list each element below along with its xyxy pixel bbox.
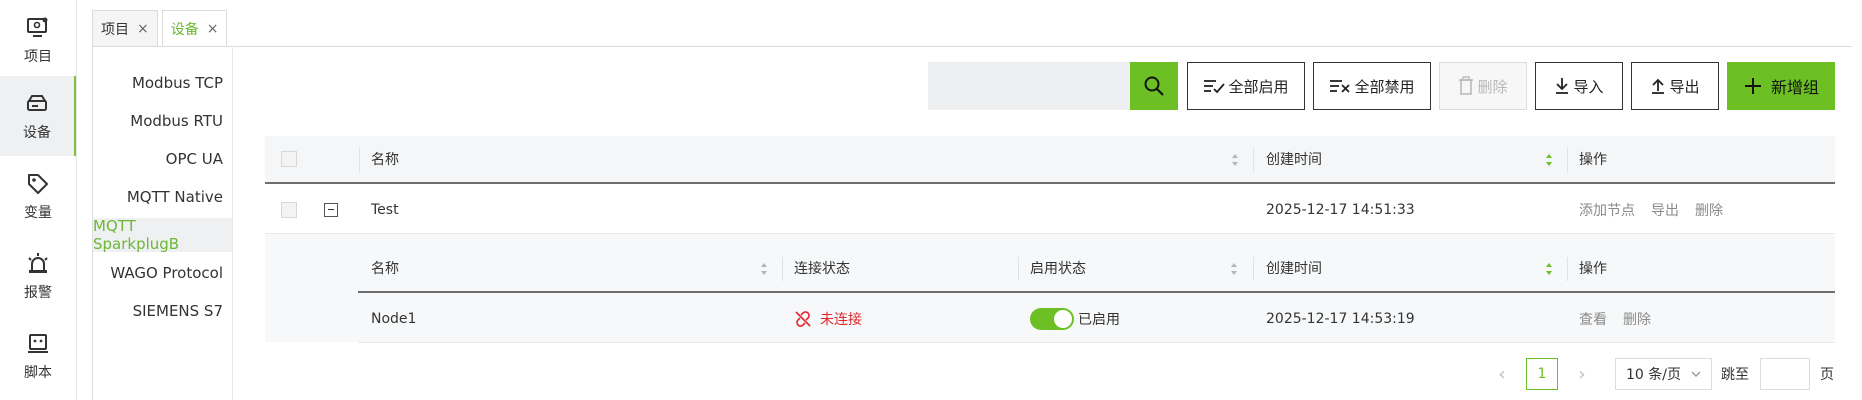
protocol-item[interactable]: SIEMENS S7 <box>93 294 232 328</box>
page-size-value: 10 条/页 <box>1626 367 1681 383</box>
monitor-settings-icon <box>27 17 48 37</box>
search-icon <box>1144 76 1164 96</box>
router-icon <box>27 94 47 111</box>
import-label: 导入 <box>1573 77 1604 96</box>
select-all-checkbox[interactable] <box>281 136 297 182</box>
nav-label-variable: 变量 <box>24 204 52 221</box>
disable-all-label: 全部禁用 <box>1354 77 1415 96</box>
export-button[interactable]: 导出 <box>1631 62 1719 110</box>
table-row: Test 2025-12-17 14:51:33 添加节点 导出 删除 <box>265 186 1835 234</box>
nav-label-device: 设备 <box>23 124 51 141</box>
enabled-status: 已启用 <box>1030 295 1120 342</box>
nav-item-device[interactable]: 设备 <box>0 76 76 156</box>
alarm-light-icon <box>28 252 48 273</box>
group-actions: 添加节点 导出 删除 <box>1579 186 1739 233</box>
tab-device[interactable]: 设备 × <box>161 10 228 47</box>
prev-page-button[interactable]: ‹ <box>1490 358 1514 390</box>
disable-all-button[interactable]: 全部禁用 <box>1313 62 1431 110</box>
node-header-enabled[interactable]: 启用状态 <box>1030 245 1086 291</box>
page-size-select[interactable]: 10 条/页 <box>1615 358 1712 390</box>
plus-icon <box>1744 78 1761 94</box>
next-page-button[interactable]: › <box>1570 358 1594 390</box>
add-group-label: 新增组 <box>1770 78 1819 97</box>
download-icon <box>1556 78 1569 94</box>
jump-page-input[interactable] <box>1760 358 1810 390</box>
node-header-name[interactable]: 名称 <box>371 245 399 291</box>
delete-group-link[interactable]: 删除 <box>1695 200 1723 220</box>
protocol-item[interactable]: Modbus TCP <box>93 66 232 100</box>
close-icon[interactable]: × <box>137 21 149 37</box>
column-header-created[interactable]: 创建时间 <box>1266 136 1322 182</box>
jump-label: 跳至 <box>1721 367 1749 383</box>
row-checkbox[interactable] <box>281 186 297 233</box>
enabled-toggle[interactable] <box>1030 307 1074 330</box>
nav-item-variable[interactable]: 变量 <box>0 156 76 236</box>
connection-status: 未连接 <box>794 295 862 342</box>
sort-icon[interactable] <box>1231 153 1239 167</box>
nav-label-script: 脚本 <box>24 364 52 381</box>
sort-desc-icon[interactable] <box>1545 262 1553 276</box>
group-name: Test <box>371 201 399 218</box>
enable-all-button[interactable]: 全部启用 <box>1187 62 1305 110</box>
delete-node-link[interactable]: 删除 <box>1623 309 1651 329</box>
chevron-down-icon <box>1691 371 1701 377</box>
protocol-item[interactable]: WAGO Protocol <box>93 256 232 290</box>
tab-label: 设备 <box>170 22 199 38</box>
list-x-icon <box>1330 80 1351 93</box>
column-header-name[interactable]: 名称 <box>371 136 399 182</box>
enable-all-label: 全部启用 <box>1228 77 1289 96</box>
node-actions: 查看 删除 <box>1579 295 1667 342</box>
list-check-icon <box>1204 80 1226 94</box>
add-group-button[interactable]: 新增组 <box>1727 62 1835 110</box>
column-header-ops: 操作 <box>1579 152 1607 168</box>
protocol-item-selected[interactable]: MQTT SparkplugB <box>93 217 232 253</box>
table-header: 名称 创建时间 操作 <box>265 136 1835 184</box>
delete-button[interactable]: 删除 <box>1439 62 1527 110</box>
export-label: 导出 <box>1669 77 1700 96</box>
tag-icon <box>28 173 48 194</box>
node-name: Node1 <box>371 310 417 327</box>
import-button[interactable]: 导入 <box>1535 62 1623 110</box>
close-icon[interactable]: × <box>207 21 219 37</box>
sort-desc-icon[interactable] <box>1545 153 1553 167</box>
search-input[interactable] <box>928 62 1130 110</box>
node-table-header: 名称 连接状态 启用状态 创建时间 操作 <box>358 245 1835 293</box>
tab-project[interactable]: 项目 × <box>92 10 158 46</box>
node-row: Node1 未连接 已启用 2025-12-17 14:53:19 查看 删除 <box>358 295 1835 343</box>
upload-icon <box>1652 78 1665 94</box>
protocol-item[interactable]: Modbus RTU <box>93 104 232 138</box>
nav-item-project[interactable]: 项目 <box>0 0 76 80</box>
nav-label-project: 项目 <box>24 48 52 65</box>
protocol-item[interactable]: OPC UA <box>93 142 232 176</box>
node-created-time: 2025-12-17 14:53:19 <box>1266 310 1415 327</box>
nav-label-alarm: 报警 <box>24 284 52 301</box>
add-node-link[interactable]: 添加节点 <box>1579 200 1635 220</box>
delete-label: 删除 <box>1477 77 1508 96</box>
node-header-ops: 操作 <box>1579 261 1607 277</box>
sort-icon[interactable] <box>760 262 768 276</box>
tab-label: 项目 <box>101 21 129 38</box>
search-button[interactable] <box>1130 62 1178 110</box>
nav-item-alarm[interactable]: 报警 <box>0 236 76 316</box>
nav-item-script[interactable]: 脚本 <box>0 316 76 396</box>
page-suffix-label: 页 <box>1820 367 1834 383</box>
trash-icon <box>1459 76 1474 95</box>
group-created-time: 2025-12-17 14:51:33 <box>1266 201 1415 218</box>
script-terminal-icon <box>28 333 48 353</box>
export-group-link[interactable]: 导出 <box>1651 200 1679 220</box>
left-nav-rail: 项目 设备 变量 报警 脚本 <box>0 0 77 400</box>
enabled-status-label: 已启用 <box>1078 311 1120 328</box>
page-tabs: 项目 × 设备 × <box>92 10 231 47</box>
view-node-link[interactable]: 查看 <box>1579 309 1607 329</box>
collapse-toggle[interactable] <box>324 186 338 233</box>
connection-status-label: 未连接 <box>820 311 862 328</box>
protocol-list: Modbus TCP Modbus RTU OPC UA MQTT Native… <box>93 46 233 400</box>
node-header-created[interactable]: 创建时间 <box>1266 245 1322 291</box>
protocol-item[interactable]: MQTT Native <box>93 180 232 214</box>
link-broken-icon <box>795 310 811 327</box>
node-header-connection: 连接状态 <box>794 261 850 277</box>
page-number-current[interactable]: 1 <box>1526 358 1558 390</box>
sort-icon[interactable] <box>1230 262 1238 276</box>
